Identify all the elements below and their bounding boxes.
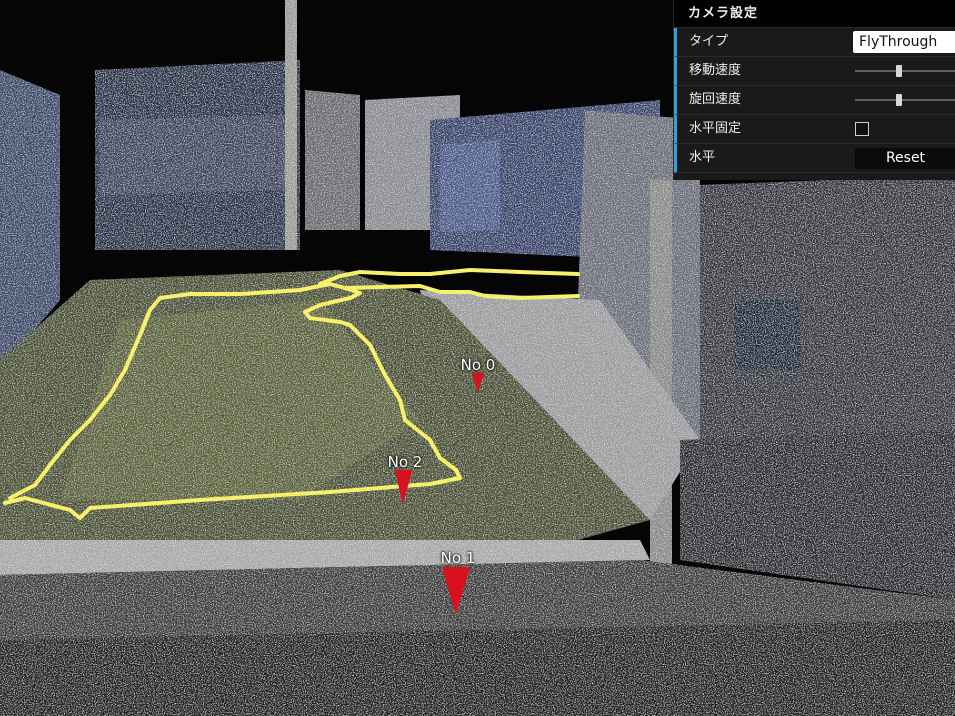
camera-type-row: タイプ FlyThrough [674,28,955,57]
rotate-speed-label: 旋回速度 [689,92,742,107]
rotate-speed-slider-thumb[interactable] [896,94,903,106]
panel-title: カメラ設定 [674,0,955,28]
horizontal-row: 水平 Reset [674,144,955,173]
move-speed-row: 移動速度 [674,57,955,86]
lock-horizontal-label: 水平固定 [689,121,742,136]
horizontal-label: 水平 [689,150,716,165]
camera-settings-panel: カメラ設定 タイプ FlyThrough 移動速度 旋回速度 水平固定 水平 R… [673,0,955,180]
camera-type-select[interactable]: FlyThrough [853,31,955,53]
lock-horizontal-row: 水平固定 [674,115,955,144]
rotate-speed-slider[interactable] [855,99,955,101]
camera-type-label: タイプ [689,34,729,49]
rotate-speed-row: 旋回速度 [674,86,955,115]
lock-horizontal-checkbox[interactable] [855,122,869,136]
move-speed-label: 移動速度 [689,63,742,78]
move-speed-slider-thumb[interactable] [896,65,903,77]
horizontal-reset-button[interactable]: Reset [855,148,955,169]
move-speed-slider[interactable] [855,70,955,72]
marker-no-1-label: No 1 [440,549,476,567]
marker-no-2-label: No 2 [387,453,423,471]
marker-no-0-label: No 0 [460,356,496,374]
